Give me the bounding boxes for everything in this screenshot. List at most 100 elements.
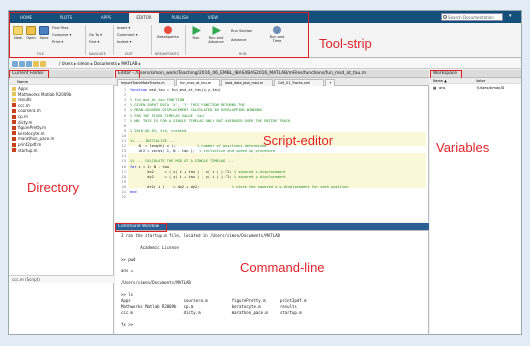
workspace-value-header[interactable]: Value <box>476 78 485 84</box>
m-file-icon <box>12 131 16 136</box>
comment: % initialize and speed up procedure <box>194 149 275 154</box>
code-line[interactable]: % 2016-06-03, sth, created <box>130 129 186 133</box>
file-list-item[interactable]: startup.m <box>12 148 38 153</box>
code-text: dr2( i ) = dx2 + dy2; <box>130 184 200 189</box>
variable-value: '/Users/simon/D <box>476 86 505 90</box>
code-line[interactable]: % fun_msd_at_tau FUNCTION <box>130 98 184 102</box>
folder-icon[interactable] <box>40 61 46 67</box>
m-file-icon <box>12 148 16 153</box>
variable-icon: ▦ <box>433 86 437 90</box>
command-output-line: Academic License <box>121 244 179 250</box>
tab-load-data-plot-msd[interactable]: load_data_plot_msd.m <box>221 79 273 86</box>
file-name: marathon_pace.m <box>18 136 55 142</box>
code-line[interactable]: % MEAN-SQUARED-DISPLACEMENT CALCULATED I… <box>130 108 262 112</box>
command-window-panel: Command Window I ran the startup.m file,… <box>115 223 429 334</box>
keyword: function <box>130 88 148 92</box>
line-number: 2 <box>123 93 126 98</box>
code-line[interactable]: dy2 = ( y( i + tau ) - y( i ) ).^2; % sq… <box>130 175 286 179</box>
code-line[interactable]: N = length( x ); % number of positions d… <box>130 144 267 148</box>
code-line[interactable]: function msd_tau = fun_msd_at_tau(x,y,ta… <box>130 88 221 92</box>
comment: % MEAN-SQUARED-DISPLACEMENT CALCULATED I… <box>130 108 262 113</box>
line-number: 19 <box>121 179 126 184</box>
line-number: 9 <box>123 128 126 133</box>
m-file-icon <box>12 108 16 113</box>
forward-icon[interactable] <box>19 61 25 67</box>
line-number: 20 <box>121 184 126 189</box>
line-number: 17 <box>121 169 126 174</box>
comment: % squared x-displacement <box>231 169 286 174</box>
comment: % GIVEN INPUT DATA 'X', 'Y' THIS FUNCTIO… <box>130 103 245 108</box>
up-folder-icon[interactable] <box>26 61 32 67</box>
code-line[interactable]: dx2 = ( x( i + tau ) - x( i ) ).^2; % sq… <box>130 170 286 174</box>
tab-importtrackmatetracks[interactable]: ImportTrackMateTracks.m <box>117 79 175 86</box>
search-documentation-input[interactable]: Search Documentation <box>441 13 503 21</box>
file-list-item[interactable]: cp.m <box>12 114 28 119</box>
command-prompt: fx >> <box>121 321 136 327</box>
file-details-text: ccc.m (Script) <box>12 277 40 282</box>
line-number: 5 <box>123 108 126 113</box>
file-list-item[interactable]: keratocyte.m <box>12 131 45 136</box>
file-name: results <box>18 97 32 103</box>
search-icon <box>443 15 447 19</box>
file-name: Apps <box>18 86 28 91</box>
m-file-icon <box>12 142 16 147</box>
file-name: coursera.m <box>18 108 41 114</box>
code-line[interactable]: dr2( i ) = dx2 + dy2; % store the square… <box>130 184 349 189</box>
current-path[interactable]: / Users ▸ simon ▸ Documents ▸ MATLAB ▸ <box>59 59 141 69</box>
code-line[interactable]: %% --- CALCULATE THE MSD AT A SINGLE TIM… <box>130 159 234 163</box>
code-line[interactable]: % GIVEN INPUT DATA 'X', 'Y' THIS FUNCTIO… <box>130 103 245 107</box>
file-name: Mathworks Matlab R2009b <box>18 91 72 97</box>
comment: % fun_msd_at_tau FUNCTION <box>130 98 185 103</box>
tab-cell-01-tracks[interactable]: Cell_01_Tracks.xml <box>274 79 324 86</box>
m-file-icon <box>12 114 16 119</box>
file-list-item[interactable]: figurePretty.m <box>12 125 46 130</box>
code-line[interactable]: %% --- INITIALIZE --- <box>130 139 175 143</box>
toolstrip-annotation: Tool-strip <box>319 36 372 51</box>
search-placeholder: Search Documentation <box>448 15 494 20</box>
workspace-header: Name ▲ Value <box>430 78 521 84</box>
file-list-item[interactable]: Apps <box>12 86 28 91</box>
folder-icon <box>12 97 16 102</box>
command-line-annotation: Command-line <box>240 260 325 275</box>
code-text: i = 1: N - tau <box>136 164 169 169</box>
workspace-variable-row[interactable]: ▦ ans '/Users/simon/D <box>430 85 521 91</box>
code-line[interactable]: % NB: THIS IS FOR A SINGLE TIMELAG ONLY … <box>130 119 290 123</box>
line-number: 10 <box>121 133 126 138</box>
back-icon[interactable] <box>12 61 18 67</box>
m-file-icon <box>12 120 16 125</box>
file-list-item[interactable]: results <box>12 97 31 102</box>
file-list-item[interactable]: dicty.m <box>12 120 32 125</box>
code-line[interactable]: for i = 1: N - tau <box>130 165 169 169</box>
file-list-item[interactable]: print2pdf.m <box>12 142 41 147</box>
code-line[interactable]: dr2 = zeros( 1, N - tau ); % initialize … <box>130 149 275 153</box>
file-list-item[interactable]: Mathworks Matlab R2009b <box>12 92 71 97</box>
comment: % squared y-displacement <box>231 174 286 179</box>
current-folder-panel: Current Folder Name Apps Mathworks Matlab… <box>9 70 114 334</box>
line-number: 4 <box>123 103 126 108</box>
code-line[interactable]: end <box>130 190 137 194</box>
folder-icon <box>12 86 16 91</box>
new-tab-button[interactable]: + <box>325 79 335 86</box>
line-number: 1 <box>123 88 126 92</box>
toolstrip-highlight <box>9 12 309 58</box>
name-column-header[interactable]: Name <box>9 78 114 85</box>
file-name: print2pdf.m <box>18 142 42 147</box>
variable-name: ans <box>439 86 446 90</box>
file-name: figurePretty.m <box>18 125 47 131</box>
browse-folder-icon[interactable] <box>33 61 39 67</box>
comment: % FOR THE FIXED TIMELAG VALUE 'tau' <box>130 113 206 118</box>
file-list-item[interactable]: ccc.m <box>12 103 30 108</box>
file-name: ccc.m <box>18 102 30 108</box>
file-list-item[interactable]: marathon_pace.m <box>12 136 54 141</box>
line-number: 8 <box>123 123 126 128</box>
code-text: dx2 = ( x( i + tau ) - x( i ) ).^2; <box>130 169 232 174</box>
code-text: dr2 = zeros( 1, N - tau ); <box>130 149 195 154</box>
comment: %% --- INITIALIZE --- <box>130 139 176 143</box>
code-text: dy2 = ( y( i + tau ) - y( i ) ).^2; <box>130 174 232 179</box>
file-list-item[interactable]: coursera.m <box>12 108 41 113</box>
tab-fun-msd-at-tau[interactable]: fun_msd_at_tau.m <box>176 79 220 86</box>
minimize-ribbon-icon[interactable]: ▾ <box>509 13 519 21</box>
comment: % store the squared x-y-displacement for… <box>199 184 349 189</box>
code-line[interactable]: % FOR THE FIXED TIMELAG VALUE 'tau' <box>130 114 206 118</box>
workspace-name-header[interactable]: Name ▲ <box>433 78 447 84</box>
